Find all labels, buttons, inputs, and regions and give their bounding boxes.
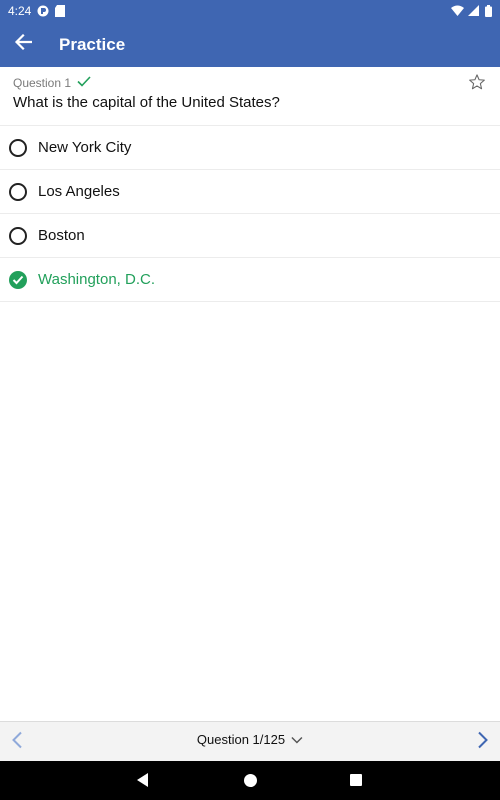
question-label-row: Question 1 xyxy=(13,76,91,90)
answer-option[interactable]: Boston xyxy=(0,214,500,258)
answer-option-label: Boston xyxy=(38,227,85,244)
app-header: 4:24 Practice xyxy=(0,0,500,67)
sd-card-icon xyxy=(55,5,67,17)
star-outline-icon xyxy=(468,73,486,96)
bookmark-star-button[interactable] xyxy=(466,73,488,95)
question-header: Question 1 What is the capital of the Un… xyxy=(0,67,500,126)
status-bar-left: 4:24 xyxy=(8,4,67,18)
battery-icon xyxy=(485,5,492,17)
next-question-button[interactable] xyxy=(472,730,494,754)
app-notification-icon xyxy=(37,5,49,17)
answer-option[interactable]: New York City xyxy=(0,126,500,170)
answer-option-correct[interactable]: Washington, D.C. xyxy=(0,258,500,302)
question-number-label: Question 1 xyxy=(13,76,72,90)
question-selector[interactable]: Question 1/125 xyxy=(197,732,303,747)
question-navigation-bar: Question 1/125 xyxy=(0,721,500,761)
answer-option-label: Los Angeles xyxy=(38,183,120,200)
check-icon xyxy=(77,76,91,90)
chevron-right-icon xyxy=(477,731,489,754)
question-selector-label: Question 1/125 xyxy=(196,732,286,747)
status-time: 4:24 xyxy=(8,4,32,18)
previous-question-button[interactable] xyxy=(6,730,28,754)
check-circle-icon xyxy=(9,270,27,289)
radio-unchecked-icon xyxy=(9,182,27,201)
page-title: Practice xyxy=(59,34,126,54)
radio-unchecked-icon xyxy=(9,138,27,157)
back-triangle-icon[interactable] xyxy=(137,773,148,787)
chevron-left-icon xyxy=(11,731,23,754)
system-navigation-bar xyxy=(0,761,500,800)
back-button[interactable] xyxy=(0,22,46,67)
question-text: What is the capital of the United States… xyxy=(13,94,280,111)
chevron-down-icon xyxy=(291,732,303,747)
app-bar: Practice xyxy=(0,22,500,67)
answer-option-label: New York City xyxy=(38,139,132,156)
answer-option[interactable]: Los Angeles xyxy=(0,170,500,214)
status-bar-right xyxy=(451,5,492,17)
wifi-icon xyxy=(451,5,464,17)
answer-option-label: Washington, D.C. xyxy=(38,271,155,288)
radio-unchecked-icon xyxy=(9,226,27,245)
home-circle-icon[interactable] xyxy=(244,774,257,787)
answer-options: New York City Los Angeles Boston Washing… xyxy=(0,126,500,302)
arrow-left-icon xyxy=(14,33,33,55)
recents-square-icon[interactable] xyxy=(350,774,362,786)
signal-icon xyxy=(468,5,480,17)
status-bar: 4:24 xyxy=(0,0,500,22)
